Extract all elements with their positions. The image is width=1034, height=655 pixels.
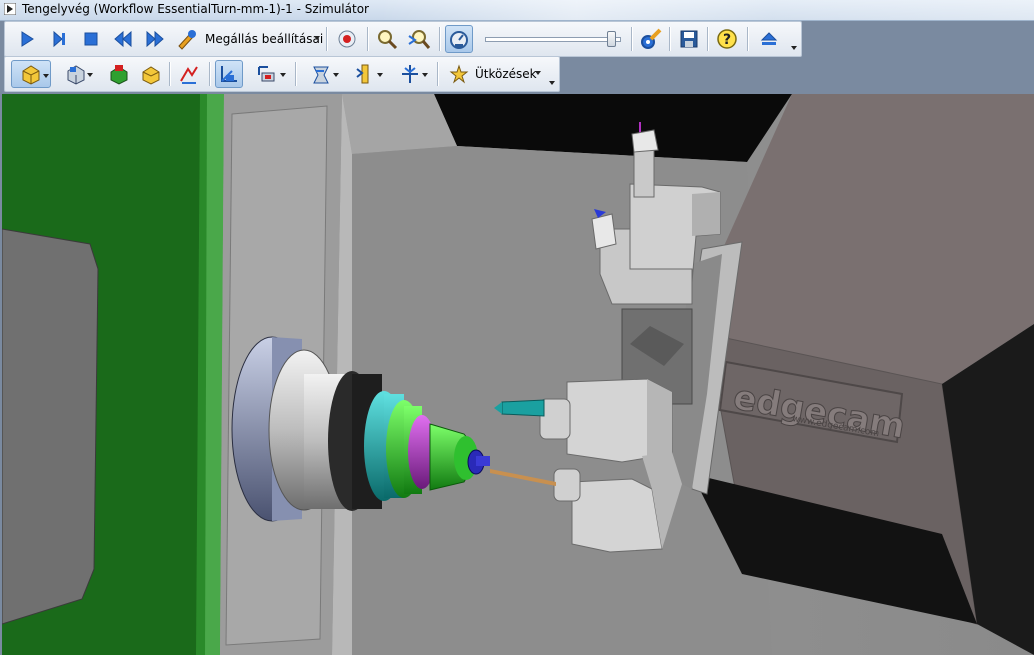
fixture-view-button[interactable] <box>105 60 133 88</box>
stop-button[interactable] <box>77 25 105 53</box>
title-bar[interactable]: Tengelyvég (Workflow EssentialTurn-mm-1)… <box>0 0 1034 21</box>
eject-button[interactable] <box>755 25 783 53</box>
toolpath-icon <box>180 66 198 84</box>
toolbar-separator <box>437 62 438 86</box>
upper-tool-shank <box>633 148 655 198</box>
upper-tool-block-side <box>692 192 720 236</box>
coordinate-view-button[interactable] <box>247 60 289 88</box>
fast-forward-icon <box>146 30 164 48</box>
tool-select-icon <box>356 64 369 84</box>
step-icon <box>53 30 65 48</box>
collision-icon <box>449 64 469 84</box>
tool-select-dropdown[interactable] <box>377 73 383 77</box>
speed-gauge-button[interactable] <box>445 25 473 53</box>
toolbar-separator <box>707 27 708 51</box>
eject-icon <box>760 32 778 45</box>
stock-view-dropdown[interactable] <box>43 74 49 78</box>
zoom-icon <box>378 30 398 50</box>
save-icon <box>680 30 698 48</box>
axis-view-icon <box>221 66 237 82</box>
zoom-button[interactable] <box>373 25 401 53</box>
collisions-label[interactable]: Ütközések <box>475 67 537 81</box>
toolbar-separator <box>326 27 327 51</box>
drill-tool <box>501 399 545 417</box>
turret-view-dropdown[interactable] <box>333 73 339 77</box>
machine-scene: edgecam www.edgecam.com <box>2 94 1034 655</box>
part-view-dropdown[interactable] <box>87 73 93 77</box>
toolbar-separator <box>439 27 440 51</box>
zoom-fit-button[interactable] <box>405 25 433 53</box>
turret-view-icon <box>313 66 329 84</box>
help-icon: ? <box>717 29 737 49</box>
upper-tool-insert <box>631 129 659 153</box>
axis-view-button[interactable] <box>215 60 243 88</box>
lower-tool-holder <box>571 478 663 553</box>
record-button[interactable] <box>333 25 361 53</box>
stop-settings-icon-button[interactable] <box>173 25 201 53</box>
speed-gauge-icon <box>450 31 468 49</box>
toolbar-separator <box>295 62 296 86</box>
stock-view-button[interactable] <box>11 60 51 88</box>
title-glare <box>380 0 1034 20</box>
zoom-fit-icon <box>408 30 431 49</box>
simulation-viewport[interactable]: edgecam www.edgecam.com <box>2 94 1034 655</box>
stop-settings-dropdown[interactable] <box>314 36 320 40</box>
coordinate-view-dropdown[interactable] <box>280 73 286 77</box>
stop-settings-label[interactable]: Megállás beállításai <box>205 32 323 46</box>
window-title: Tengelyvég (Workflow EssentialTurn-mm-1)… <box>22 2 369 16</box>
step-button[interactable] <box>45 25 73 53</box>
stock-view-icon <box>22 65 40 85</box>
rewind-button[interactable] <box>109 25 137 53</box>
view-toolbar: Ütközések <box>4 56 560 92</box>
door-window <box>2 228 99 625</box>
speed-slider-thumb[interactable] <box>607 31 616 47</box>
toolbar-separator <box>169 62 170 86</box>
toolbar-overflow-dropdown[interactable] <box>549 81 555 85</box>
tool-holder-icon <box>402 65 418 83</box>
save-button[interactable] <box>675 25 703 53</box>
rewind-icon <box>114 30 132 48</box>
stop-settings-icon <box>178 30 196 50</box>
toolbar-separator <box>747 27 748 51</box>
play-button[interactable] <box>13 25 41 53</box>
collision-icon-button[interactable] <box>445 60 473 88</box>
tool-select-button[interactable] <box>345 60 385 88</box>
toolbar-separator <box>669 27 670 51</box>
tool-holder-button[interactable] <box>389 60 431 88</box>
toolbar-separator <box>209 62 210 86</box>
record-icon <box>338 30 356 48</box>
simulator-window: Tengelyvég (Workflow EssentialTurn-mm-1)… <box>0 0 1034 655</box>
boring-bar-chuck <box>553 468 581 502</box>
play-icon <box>21 31 34 47</box>
settings-button[interactable] <box>637 25 665 53</box>
fixture-view-icon <box>110 65 128 85</box>
help-button[interactable]: ? <box>713 25 741 53</box>
tool-view-icon <box>142 66 160 85</box>
turret-view-button[interactable] <box>301 60 341 88</box>
settings-icon <box>641 28 662 49</box>
part-view-button[interactable] <box>57 60 95 88</box>
toolpath-button[interactable] <box>175 60 203 88</box>
tool-view-button[interactable] <box>137 60 165 88</box>
speed-slider[interactable] <box>483 31 623 47</box>
collisions-dropdown[interactable] <box>535 71 541 75</box>
toolbar-overflow-dropdown[interactable] <box>791 46 797 50</box>
drill-holder-side <box>647 379 672 459</box>
svg-text:?: ? <box>723 32 731 48</box>
coordinate-view-icon <box>258 66 275 82</box>
workpiece-pin <box>476 456 490 466</box>
part-view-icon <box>67 65 85 85</box>
simulation-toolbar: Megállás beállításai ? <box>4 21 802 57</box>
toolbar-separator <box>631 27 632 51</box>
tool-holder-dropdown[interactable] <box>422 73 428 77</box>
speed-slider-track <box>485 37 621 42</box>
fast-forward-button[interactable] <box>141 25 169 53</box>
toolbar-separator <box>367 27 368 51</box>
upper-tool-bar <box>591 213 617 250</box>
window-menu-icon[interactable] <box>4 3 16 15</box>
stop-icon <box>84 32 98 46</box>
